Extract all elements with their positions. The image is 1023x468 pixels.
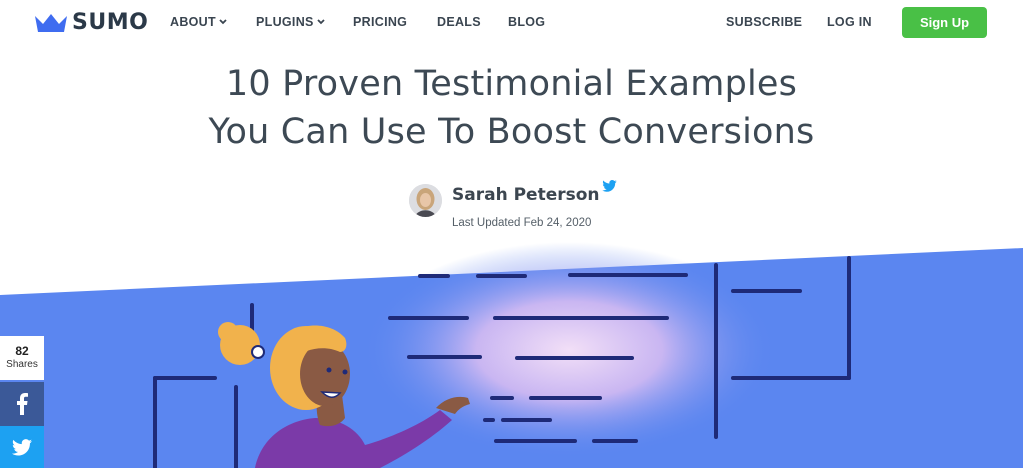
- twitter-share-button[interactable]: [0, 426, 44, 468]
- brand-name: SUMO: [72, 10, 149, 35]
- sign-up-button[interactable]: Sign Up: [902, 7, 987, 38]
- nav-about-label: ABOUT: [170, 15, 216, 29]
- sumo-logo[interactable]: SUMO: [34, 10, 148, 35]
- share-count-number: 82: [15, 344, 29, 358]
- nav-pricing[interactable]: PRICING: [353, 15, 407, 29]
- title-line-2: You Can Use To Boost Conversions: [208, 112, 815, 152]
- last-updated: Last Updated Feb 24, 2020: [452, 217, 592, 229]
- chevron-down-icon: [317, 19, 325, 25]
- nav-plugins[interactable]: PLUGINS: [256, 15, 325, 29]
- twitter-bird-icon[interactable]: [602, 180, 617, 192]
- avatar[interactable]: [409, 184, 442, 217]
- share-count: 82 Shares: [0, 336, 44, 380]
- twitter-icon: [12, 438, 32, 455]
- share-count-label: Shares: [6, 359, 38, 370]
- top-navigation: SUMO ABOUT PLUGINS PRICING DEALS BLOG SU…: [0, 0, 1023, 46]
- nav-about[interactable]: ABOUT: [170, 15, 227, 29]
- facebook-share-button[interactable]: [0, 382, 44, 426]
- nav-blog[interactable]: BLOG: [508, 15, 545, 29]
- chevron-down-icon: [219, 19, 227, 25]
- title-line-1: 10 Proven Testimonial Examples: [225, 64, 798, 104]
- facebook-icon: [17, 393, 28, 415]
- nav-plugins-label: PLUGINS: [256, 15, 314, 29]
- crown-icon: [35, 13, 67, 32]
- nav-log-in[interactable]: LOG IN: [827, 15, 872, 29]
- nav-subscribe[interactable]: SUBSCRIBE: [726, 15, 802, 29]
- author-photo: [409, 184, 442, 217]
- author-name[interactable]: Sarah Peterson: [452, 185, 600, 205]
- nav-deals[interactable]: DEALS: [437, 15, 481, 29]
- page-title: 10 Proven Testimonial Examples You Can U…: [0, 60, 1023, 156]
